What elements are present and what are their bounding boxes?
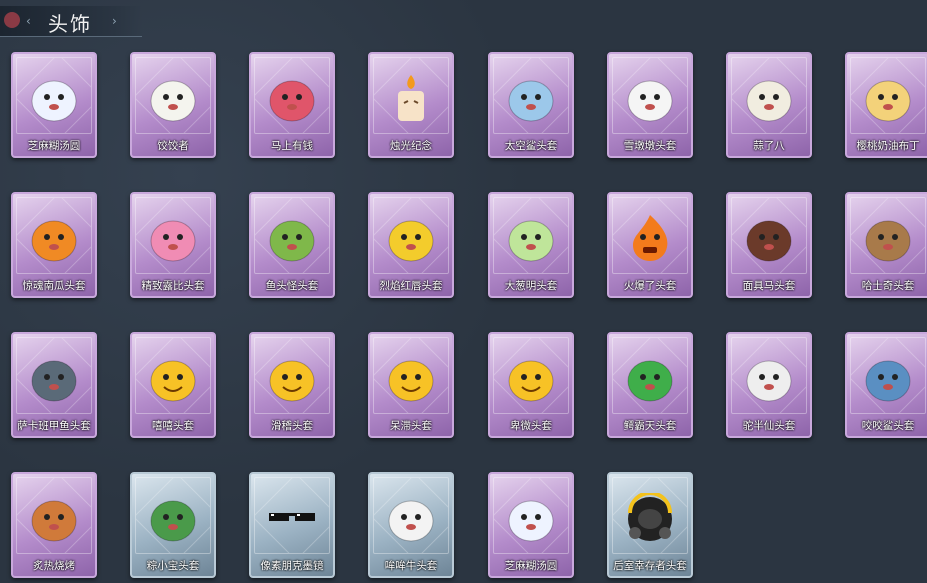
item-label: 嘻嘻头套 — [152, 420, 194, 432]
item-label: 烛光纪念 — [390, 140, 432, 152]
headwear-item-card[interactable]: 驼半仙头套 — [726, 332, 812, 438]
dog-icon — [865, 220, 911, 262]
item-label: 芝麻糊汤圆 — [27, 140, 81, 152]
horse-icon — [269, 80, 315, 122]
item-label: 饺饺者 — [157, 140, 189, 152]
candle-icon — [398, 75, 424, 121]
headwear-item-card[interactable]: 雪墩墩头套 — [607, 52, 693, 158]
item-label: 哈士奇头套 — [861, 280, 915, 292]
gas-mask-icon — [628, 493, 672, 541]
headwear-item-card[interactable]: 粽小宝头套 — [130, 472, 216, 578]
headwear-item-card[interactable]: 炙热烧烤 — [11, 472, 97, 578]
fish-icon — [31, 360, 77, 402]
headwear-item-card[interactable]: 芝麻糊汤圆 — [488, 472, 574, 578]
arrow-right-icon: › — [112, 14, 117, 28]
headwear-item-card[interactable]: 大葱明头套 — [488, 192, 574, 298]
headwear-item-card[interactable]: 鳄霸天头套 — [607, 332, 693, 438]
headwear-item-card[interactable]: 呆滞头套 — [368, 332, 454, 438]
item-label: 马上有钱 — [271, 140, 313, 152]
pumpkin-icon — [31, 220, 77, 262]
dumpling-icon — [150, 80, 196, 122]
headwear-item-card[interactable]: 烛光纪念 — [368, 52, 454, 158]
headwear-item-card[interactable]: 惊魂南瓜头套 — [11, 192, 97, 298]
scallion-icon — [508, 220, 554, 262]
headwear-item-card[interactable]: 火爆了头套 — [607, 192, 693, 298]
headwear-item-card[interactable]: 芝麻糊汤圆 — [11, 52, 97, 158]
headwear-item-card[interactable]: 太空鲨头套 — [488, 52, 574, 158]
headwear-item-card[interactable]: 嘻嘻头套 — [130, 332, 216, 438]
headwear-item-card[interactable]: 滑稽头套 — [249, 332, 335, 438]
snowman-icon — [627, 80, 673, 122]
headwear-item-card[interactable]: 精致露比头套 — [130, 192, 216, 298]
item-label: 粽小宝头套 — [146, 560, 200, 572]
headwear-item-card[interactable]: 萨卡班甲鱼头套 — [11, 332, 97, 438]
horse-mask-icon — [746, 220, 792, 262]
item-label: 雪墩墩头套 — [623, 140, 677, 152]
pixel-sunglasses-icon — [269, 513, 315, 521]
grill-icon — [31, 500, 77, 542]
item-label: 芝麻糊汤圆 — [504, 560, 558, 572]
item-label: 面具马头套 — [742, 280, 796, 292]
crocodile-icon — [627, 360, 673, 402]
cow-icon — [388, 500, 434, 542]
item-label: 滑稽头套 — [271, 420, 313, 432]
headwear-item-card[interactable]: 蒜了八 — [726, 52, 812, 158]
smirk-emoji-icon — [269, 360, 315, 402]
headwear-item-card[interactable]: 烈焰红唇头套 — [368, 192, 454, 298]
headwear-item-card[interactable]: 马上有钱 — [249, 52, 335, 158]
headwear-item-card[interactable]: 哞哞牛头套 — [368, 472, 454, 578]
headwear-item-card[interactable]: 后室幸存者头套 — [607, 472, 693, 578]
header-ornament-icon — [4, 12, 20, 28]
pink-pig-icon — [150, 220, 196, 262]
item-label: 鱼头怪头套 — [265, 280, 319, 292]
headwear-item-card[interactable]: 咬咬鲨头套 — [845, 332, 927, 438]
headwear-item-card[interactable]: 樱桃奶油布丁 — [845, 52, 927, 158]
space-shark-icon — [508, 80, 554, 122]
fire-icon — [633, 215, 668, 261]
rice-ball-icon — [31, 80, 77, 122]
item-label: 像素朋克墨镜 — [260, 560, 324, 572]
rice-ball-icon — [508, 500, 554, 542]
stare-emoji-icon — [388, 360, 434, 402]
section-header: ‹ 头饰 › — [0, 6, 142, 37]
item-label: 呆滞头套 — [390, 420, 432, 432]
page-title: 头饰 — [48, 12, 92, 36]
item-label: 精致露比头套 — [141, 280, 205, 292]
item-label: 蒜了八 — [753, 140, 785, 152]
headwear-item-card[interactable]: 像素朋克墨镜 — [249, 472, 335, 578]
item-label: 哞哞牛头套 — [384, 560, 438, 572]
item-label: 卑微头套 — [510, 420, 552, 432]
headwear-item-card[interactable]: 饺饺者 — [130, 52, 216, 158]
pikachu-icon — [388, 220, 434, 262]
grin-emoji-icon — [150, 360, 196, 402]
zongzi-icon — [150, 500, 196, 542]
pudding-icon — [865, 80, 911, 122]
item-label: 火爆了头套 — [623, 280, 677, 292]
item-label: 萨卡班甲鱼头套 — [17, 420, 91, 432]
item-label: 炙热烧烤 — [33, 560, 75, 572]
item-label: 后室幸存者头套 — [613, 560, 687, 572]
shark-icon — [865, 360, 911, 402]
item-label: 咬咬鲨头套 — [861, 420, 915, 432]
headwear-item-card[interactable]: 卑微头套 — [488, 332, 574, 438]
arrow-left-icon: ‹ — [26, 14, 31, 28]
headwear-item-card[interactable]: 鱼头怪头套 — [249, 192, 335, 298]
fish-head-icon — [269, 220, 315, 262]
item-label: 樱桃奶油布丁 — [856, 140, 920, 152]
item-label: 大葱明头套 — [504, 280, 558, 292]
alpaca-icon — [746, 360, 792, 402]
item-label: 鳄霸天头套 — [623, 420, 677, 432]
garlic-icon — [746, 80, 792, 122]
item-label: 驼半仙头套 — [742, 420, 796, 432]
shy-emoji-icon — [508, 360, 554, 402]
headwear-item-card[interactable]: 面具马头套 — [726, 192, 812, 298]
item-label: 惊魂南瓜头套 — [22, 280, 86, 292]
item-label: 烈焰红唇头套 — [379, 280, 443, 292]
item-label: 太空鲨头套 — [504, 140, 558, 152]
headwear-item-card[interactable]: 哈士奇头套 — [845, 192, 927, 298]
